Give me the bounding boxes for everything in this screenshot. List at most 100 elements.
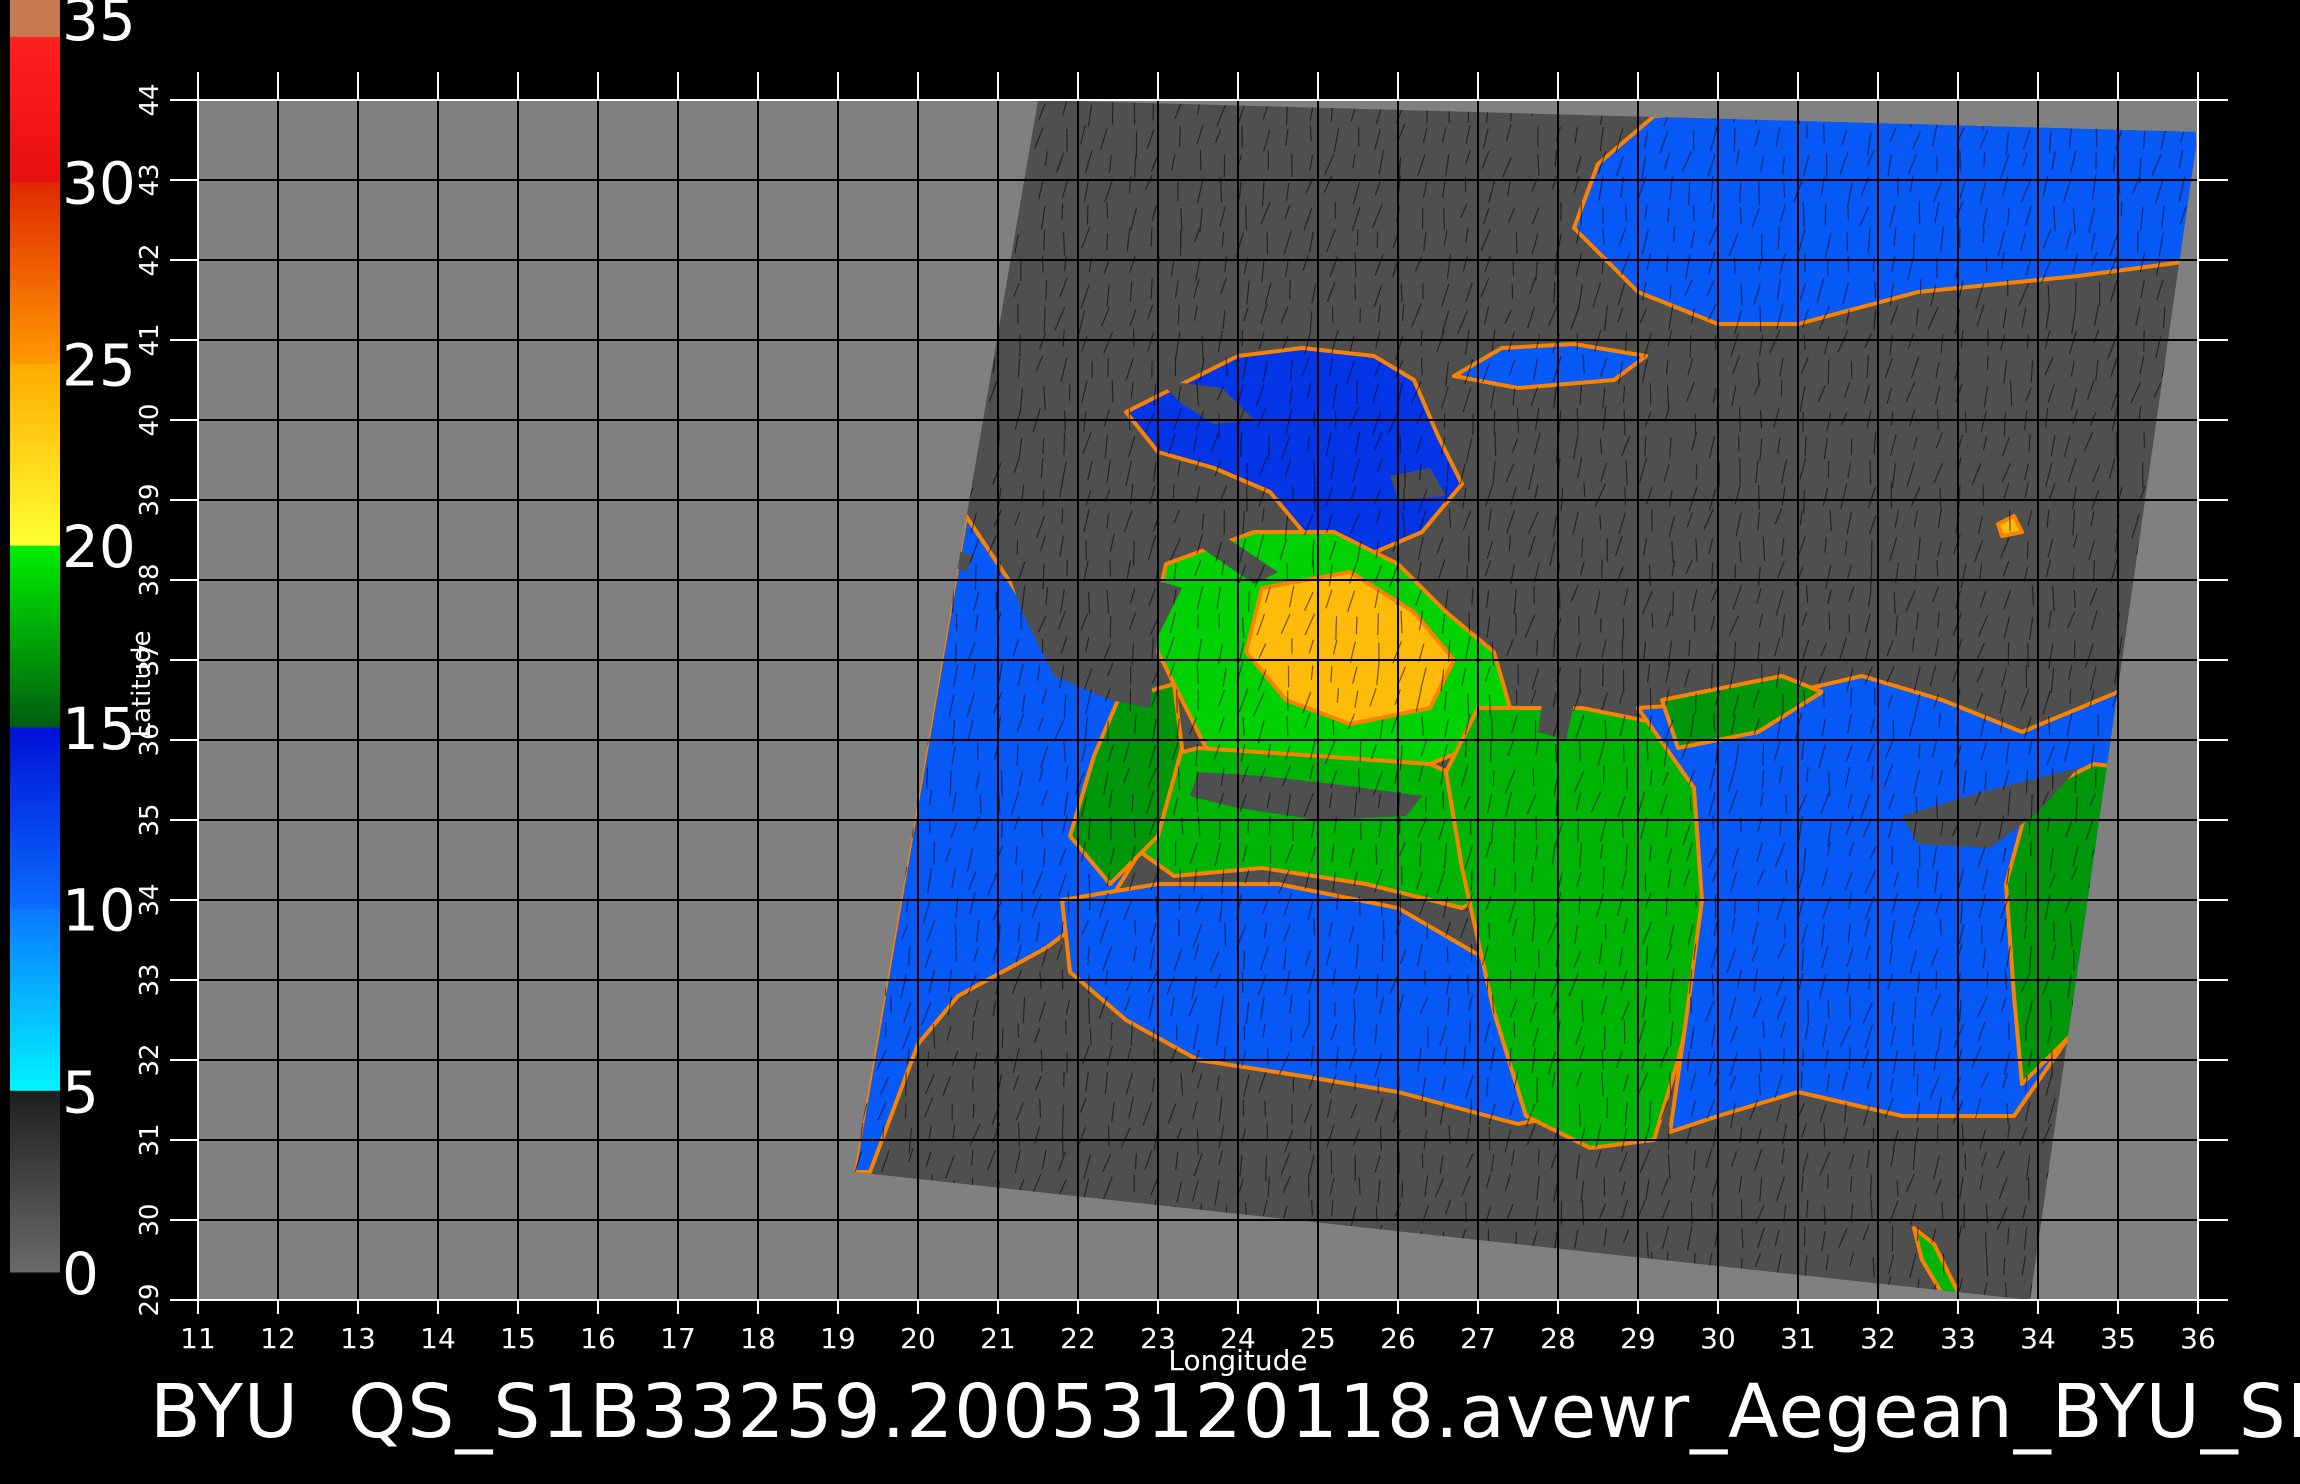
wind-vector [934, 842, 935, 865]
wind-vector [1786, 795, 1787, 814]
colorbar: 35302520151050 [10, 0, 136, 1308]
wind-vector [1402, 1181, 1403, 1197]
wind-vector [1134, 101, 1135, 125]
lon-tick-label: 26 [1380, 1322, 1416, 1355]
wind-vector [1763, 743, 1764, 766]
wind-vector [1850, 996, 1851, 1019]
wind-vector [1265, 1101, 1266, 1117]
wind-vector [1848, 204, 1849, 220]
wind-vector [1760, 306, 1761, 332]
wind-vector [973, 1103, 974, 1118]
wind-vector [1690, 335, 1691, 358]
lat-tick-label: 39 [135, 483, 165, 516]
wind-vector [1513, 260, 1514, 276]
lat-tick-label: 32 [135, 1043, 165, 1076]
lon-tick-label: 35 [2100, 1322, 2136, 1355]
lat-tick-label: 43 [135, 163, 165, 196]
wind-vector [1578, 818, 1579, 843]
wind-vector [1494, 410, 1495, 435]
wind-vector [909, 947, 910, 965]
wind-vector [1494, 868, 1495, 886]
wind-vector [906, 1103, 907, 1119]
colorbar-tick-label: 0 [62, 1240, 99, 1308]
wind-vector [2070, 689, 2071, 704]
wind-vector [1062, 1130, 1063, 1156]
wind-vector [1828, 1174, 1829, 1189]
wind-vector [1734, 128, 1735, 151]
wind-vector [1848, 255, 1849, 272]
lat-tick-label: 34 [135, 883, 165, 916]
region-samos [1446, 596, 1478, 608]
lat-tick-label: 38 [135, 563, 165, 596]
wind-vector [1805, 1227, 1806, 1246]
wind-vector [1603, 229, 1604, 245]
colorbar-tick-label: 25 [62, 331, 136, 399]
wind-vector [1422, 358, 1423, 376]
lon-tick-label: 17 [660, 1322, 696, 1355]
wind-vector [1870, 460, 1871, 484]
wind-vector [1626, 460, 1627, 485]
wind-vector [1248, 820, 1249, 834]
wind-vector [1249, 591, 1250, 612]
wind-vector [1177, 689, 1178, 713]
colorbar-tick-label: 20 [62, 513, 136, 581]
wind-vector [1062, 203, 1063, 220]
wind-vector [2027, 541, 2028, 559]
lon-tick-label: 15 [500, 1322, 536, 1355]
wind-vector [1173, 483, 1174, 498]
wind-vector [1694, 205, 1695, 221]
wind-vector [1533, 768, 1534, 786]
lat-tick-label: 40 [135, 403, 165, 436]
wind-vector [1919, 744, 1920, 759]
wind-vector [1784, 1049, 1785, 1065]
wind-vector [2076, 282, 2077, 308]
wind-vector [1695, 693, 1696, 714]
wind-vector [1559, 588, 1560, 609]
wind-vector [1695, 414, 1696, 436]
wind-vector [1354, 1023, 1355, 1047]
lon-tick-label: 34 [2020, 1322, 2056, 1355]
lon-tick-label: 16 [580, 1322, 616, 1355]
colorbar-segment [10, 36, 60, 182]
wind-vector [1916, 796, 1917, 813]
lon-tick-label: 14 [420, 1322, 456, 1355]
wind-vector [980, 795, 981, 814]
wind-vector [1556, 252, 1557, 275]
wind-vector [1444, 208, 1445, 230]
wind-vector [999, 924, 1000, 942]
wind-vector [2028, 643, 2029, 667]
wind-vector [1670, 285, 1671, 299]
wind-vector [1132, 794, 1133, 811]
wind-vector [1988, 356, 1989, 370]
wind-vector [1804, 490, 1805, 514]
wind-vector [1652, 613, 1653, 628]
wind-vector [1333, 720, 1334, 735]
wind-vector [1090, 892, 1091, 910]
wind-vector [1112, 380, 1113, 402]
wind-vector [1493, 771, 1494, 786]
wind-vector [1603, 665, 1604, 687]
wind-vector [886, 1022, 887, 1037]
y-axis-label: Latitude [127, 630, 157, 737]
wind-vector [1624, 410, 1625, 435]
wind-vector [1917, 1074, 1918, 1095]
wind-vector [1849, 615, 1850, 633]
lat-tick-label: 29 [135, 1283, 165, 1316]
lat-tick-label: 31 [135, 1123, 165, 1156]
wind-vector [1043, 564, 1044, 589]
lat-tick-label: 41 [135, 323, 165, 356]
wind-vector [1489, 923, 1490, 939]
wind-vector [1801, 1071, 1802, 1087]
wind-vector [1360, 308, 1361, 323]
wind-vector [1089, 874, 1090, 891]
wind-vector [1600, 515, 1601, 530]
wind-vector [1378, 613, 1379, 635]
wind-vector [1740, 458, 1741, 484]
lon-tick-label: 33 [1940, 1322, 1976, 1355]
lat-tick-label: 30 [135, 1203, 165, 1236]
colorbar-segment [10, 182, 60, 364]
image-caption: BYU QS_S1B33259.20053120118.avewr_Aegean… [150, 1362, 2300, 1462]
lon-tick-label: 18 [740, 1322, 776, 1355]
wind-vector [1690, 796, 1691, 810]
wind-vector [1469, 611, 1470, 632]
